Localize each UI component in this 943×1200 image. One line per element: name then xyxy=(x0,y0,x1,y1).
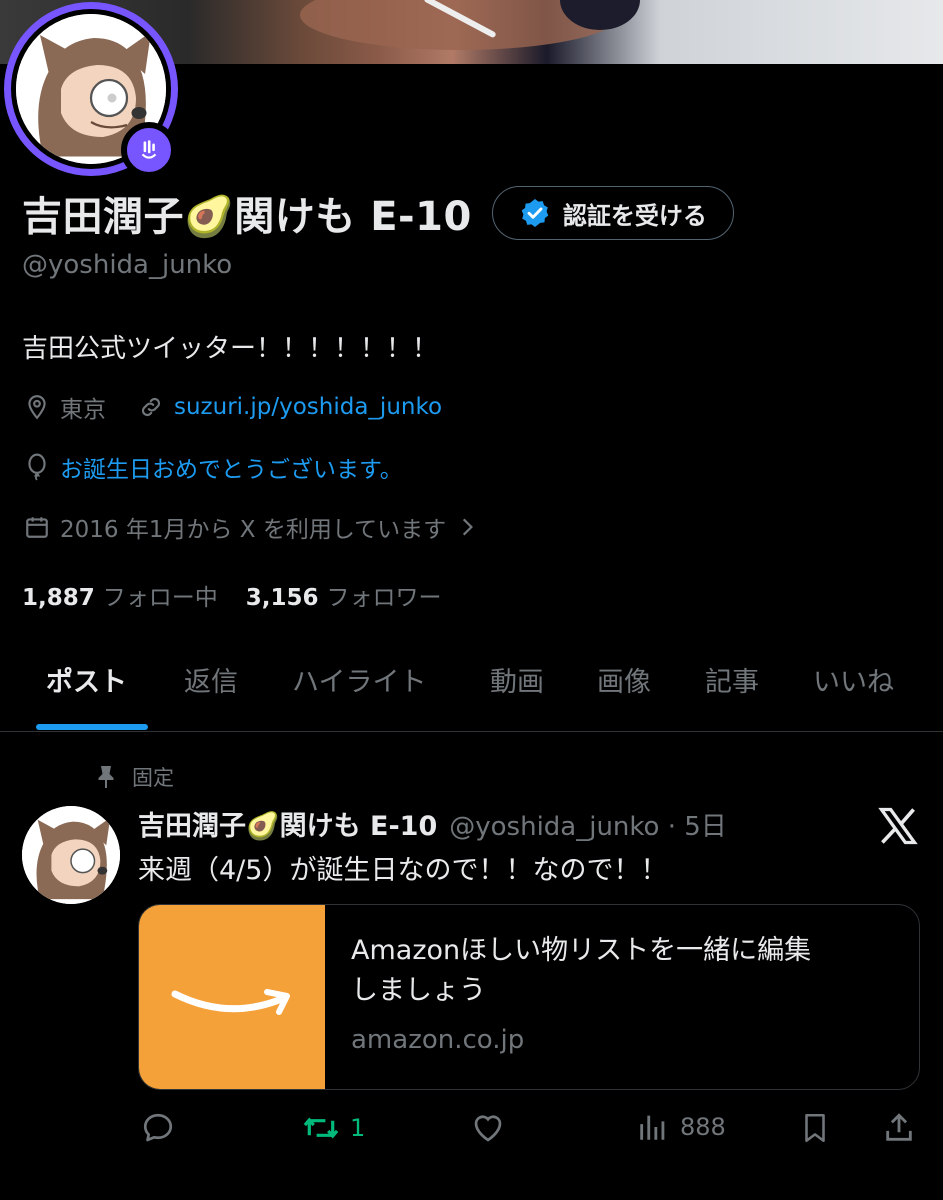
profile-tabs: ポスト 返信 ハイライト 動画 画像 記事 いいね xyxy=(0,640,943,732)
post-author-avatar[interactable] xyxy=(22,806,120,904)
following-count: 1,887 xyxy=(22,585,95,611)
pin-icon xyxy=(98,766,114,788)
like-button[interactable] xyxy=(470,1110,506,1146)
spaces-mic-icon[interactable] xyxy=(121,122,177,178)
link-icon xyxy=(136,392,166,422)
post-header: 吉田潤子🥑関けも E-10 @yoshida_junko · 5日 xyxy=(138,804,727,843)
tab-highlights[interactable]: ハイライト xyxy=(292,660,426,699)
get-verified-label: 認証を受ける xyxy=(562,201,707,230)
profile-location: 東京 xyxy=(60,397,106,423)
repost-icon xyxy=(303,1117,339,1139)
name-row: 吉田潤子🥑関けも E-10 認証を受ける xyxy=(22,184,734,242)
reply-button[interactable] xyxy=(140,1110,176,1146)
x-logo-icon xyxy=(876,804,920,848)
tab-videos[interactable]: 動画 xyxy=(490,660,544,699)
pinned-indicator: 固定 xyxy=(94,762,174,792)
share-button[interactable] xyxy=(882,1110,916,1146)
chevron-right-icon xyxy=(452,512,482,542)
analytics-icon xyxy=(640,1115,665,1140)
card-title-line2: しましょう xyxy=(351,975,486,1006)
profile-website-link[interactable]: suzuri.jp/yoshida_junko xyxy=(174,394,442,420)
post-text: 来週（4/5）が誕生日なので！！なので！！ xyxy=(138,855,668,886)
get-verified-button[interactable]: 認証を受ける xyxy=(491,186,734,240)
tab-replies[interactable]: 返信 xyxy=(184,660,238,699)
followers-label: フォロワー xyxy=(326,585,442,611)
reply-icon xyxy=(143,1113,173,1142)
card-domain: amazon.co.jp xyxy=(351,1025,525,1055)
profile-bio: 吉田公式ツイッター！！！！！！！ xyxy=(22,334,439,364)
calendar-icon xyxy=(22,512,52,542)
following-label: フォロー中 xyxy=(102,585,218,611)
display-name: 吉田潤子🥑関けも E-10 xyxy=(22,194,472,240)
follow-stats: 1,887 フォロー中 3,156 フォロワー xyxy=(22,578,442,612)
link-preview-card[interactable]: Amazonほしい物リストを一緒に編集 しましょう amazon.co.jp xyxy=(138,904,920,1090)
post-actions: 1 888 xyxy=(138,1110,920,1154)
active-tab-indicator xyxy=(36,724,148,730)
amazon-logo-image xyxy=(139,905,325,1089)
following-link[interactable]: 1,887 フォロー中 xyxy=(22,578,218,612)
joined-date: 2016 年1月から X を利用しています xyxy=(60,517,447,543)
bookmark-icon xyxy=(805,1113,825,1143)
joined-row[interactable]: 2016 年1月から X を利用しています xyxy=(22,510,490,544)
location-website-row: 東京 suzuri.jp/yoshida_junko xyxy=(22,390,442,424)
birthday-message[interactable]: お誕生日おめでとうございます。 xyxy=(60,450,403,484)
views-button[interactable]: 888 xyxy=(636,1110,726,1144)
followers-link[interactable]: 3,156 フォロワー xyxy=(246,578,442,612)
bookmark-button[interactable] xyxy=(798,1110,832,1146)
birthday-row: お誕生日おめでとうございます。 xyxy=(22,450,403,484)
repost-count: 1 xyxy=(350,1114,366,1142)
post-author-handle-time[interactable]: @yoshida_junko · 5日 xyxy=(449,806,727,843)
pinned-label: 固定 xyxy=(132,766,174,790)
tab-articles[interactable]: 記事 xyxy=(705,660,759,699)
heart-icon xyxy=(474,1115,502,1142)
profile-handle: @yoshida_junko xyxy=(22,250,233,280)
verified-badge-icon xyxy=(521,199,549,227)
tab-media[interactable]: 画像 xyxy=(597,660,651,699)
view-count: 888 xyxy=(680,1113,726,1141)
balloon-icon xyxy=(22,452,52,482)
repost-button[interactable]: 1 xyxy=(302,1110,365,1146)
tab-likes[interactable]: いいね xyxy=(813,660,894,699)
share-icon xyxy=(886,1113,912,1141)
location-pin-icon xyxy=(22,392,52,422)
card-title-line1: Amazonほしい物リストを一緒に編集 xyxy=(351,935,812,966)
post-author-name[interactable]: 吉田潤子🥑関けも E-10 xyxy=(138,804,437,843)
tab-posts[interactable]: ポスト xyxy=(46,660,127,699)
followers-count: 3,156 xyxy=(245,585,319,611)
